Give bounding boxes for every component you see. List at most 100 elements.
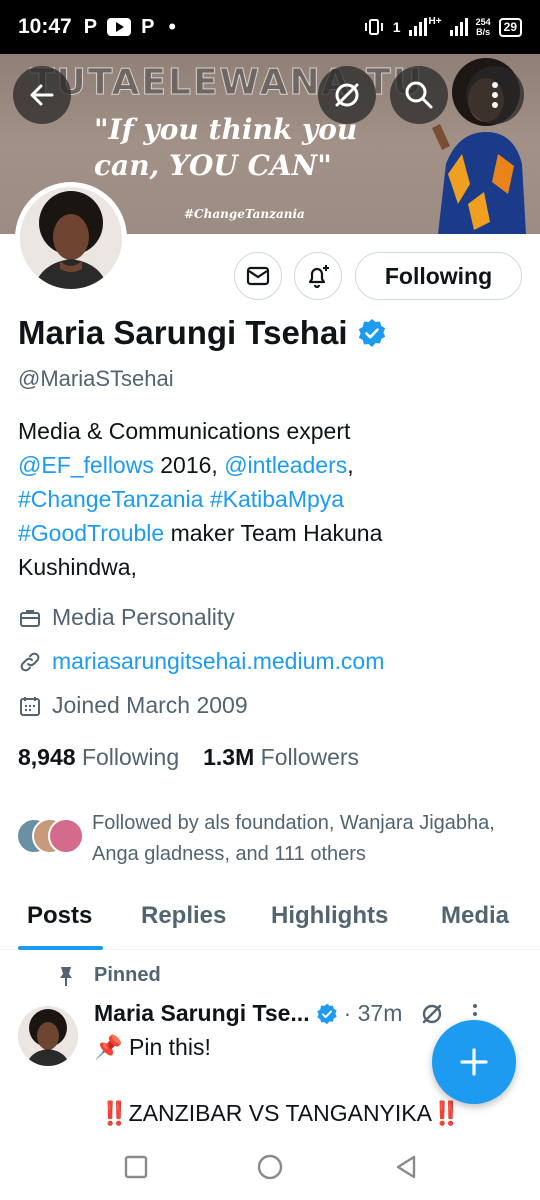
bio-mention-intleaders[interactable]: @intleaders bbox=[224, 452, 347, 478]
grok-button[interactable] bbox=[318, 66, 376, 124]
bio-text-maker: maker Team Hakuna bbox=[164, 520, 383, 546]
more-options-button[interactable] bbox=[466, 66, 524, 124]
avatar-image bbox=[20, 187, 122, 289]
status-bar: 10:47 P P • 1 H+ 254 B/s 29 bbox=[0, 0, 540, 54]
following-button[interactable]: Following bbox=[355, 252, 522, 300]
bio-mention-ef-fellows[interactable]: @EF_fellows bbox=[18, 452, 154, 478]
status-indicators: 1 H+ 254 B/s 29 bbox=[363, 15, 522, 37]
net-speed: 254 B/s bbox=[476, 17, 491, 37]
search-button[interactable] bbox=[390, 66, 448, 124]
tweet-timestamp[interactable]: · 37m bbox=[344, 1000, 403, 1027]
followers-count-label: Followers bbox=[260, 744, 360, 770]
profile-name-row: Maria Sarungi Tsehai bbox=[18, 314, 387, 352]
tweet-text-headline: ZANZIBAR VS TANGANYIKA bbox=[128, 1100, 432, 1126]
followed-by-text: Followed by als foundation, Wanjara Jiga… bbox=[92, 812, 495, 865]
tweet-text-pin: Pin this! bbox=[122, 1034, 211, 1060]
bio-comma: , bbox=[347, 452, 354, 478]
search-icon bbox=[405, 81, 433, 109]
tab-replies[interactable]: Replies bbox=[141, 902, 226, 930]
system-nav-bar bbox=[0, 1136, 540, 1200]
signal-icon-2 bbox=[449, 18, 468, 36]
home-icon[interactable] bbox=[255, 1152, 285, 1182]
verified-badge-icon[interactable] bbox=[357, 318, 387, 348]
app-notification-icon-2: P bbox=[141, 15, 155, 38]
profile-counts: 8,948 Following 1.3M Followers bbox=[18, 744, 359, 771]
banner-hashtag: #ChangeTanzania bbox=[184, 207, 305, 221]
message-button[interactable] bbox=[234, 252, 282, 300]
tab-posts[interactable]: Posts bbox=[27, 902, 92, 930]
active-tab-indicator bbox=[18, 946, 103, 950]
link-icon bbox=[20, 652, 40, 671]
compose-post-button[interactable] bbox=[432, 1020, 516, 1104]
status-time: 10:47 bbox=[18, 15, 72, 38]
following-count-label: Following bbox=[81, 744, 180, 770]
bio-line-2: @EF_fellows 2016, @intleaders, bbox=[18, 448, 518, 482]
followed-by-avatars bbox=[16, 818, 86, 858]
profile-joined: Joined March 2009 bbox=[18, 692, 248, 719]
app-notification-icon: P bbox=[83, 15, 98, 38]
verified-badge-icon bbox=[316, 1003, 337, 1024]
double-exclamation-emoji: ‼️ bbox=[431, 1100, 461, 1126]
profile-tabs: Posts Replies Highlights Media bbox=[0, 890, 540, 950]
bell-plus-icon bbox=[308, 265, 329, 289]
tweet-author-name[interactable]: Maria Sarungi Tse... bbox=[94, 1000, 310, 1027]
profile-website: mariasarungitsehai.medium.com bbox=[18, 648, 384, 675]
recent-apps-icon[interactable] bbox=[121, 1152, 151, 1182]
back-button[interactable] bbox=[13, 66, 71, 124]
bio-hashtag-katibampya[interactable]: #KatibaMpya bbox=[210, 486, 344, 512]
profile-handle: @MariaSTsehai bbox=[18, 366, 174, 391]
more-notifications-dot: • bbox=[168, 14, 177, 39]
following-count-link[interactable]: 8,948 Following bbox=[18, 744, 179, 771]
youtube-notification-icon bbox=[107, 18, 132, 36]
grok-icon bbox=[335, 83, 359, 107]
pinned-label: Pinned bbox=[94, 964, 161, 986]
bio-line-1: Media & Communications expert bbox=[18, 418, 351, 444]
net-speed-value: 254 bbox=[475, 17, 491, 27]
plus-icon bbox=[460, 1048, 488, 1076]
tweet-text-line-1: 📌 Pin this! bbox=[94, 1034, 211, 1061]
arrow-left-icon bbox=[30, 84, 54, 106]
following-count: 8,948 bbox=[18, 744, 76, 770]
net-speed-unit: B/s bbox=[476, 27, 491, 37]
double-exclamation-emoji: ‼️ bbox=[100, 1100, 129, 1126]
followed-by-row[interactable]: Followed by als foundation, Wanjara Jiga… bbox=[16, 808, 512, 870]
pinned-indicator: Pinned bbox=[56, 964, 161, 987]
tab-highlights[interactable]: Highlights bbox=[271, 902, 388, 930]
banner-quote-line2: can, YOU CAN" bbox=[94, 149, 332, 182]
follower-avatar bbox=[48, 818, 84, 854]
banner-quote: "If you think you can, YOU CAN" bbox=[94, 112, 357, 184]
profile-avatar[interactable] bbox=[15, 182, 127, 294]
notifications-button[interactable] bbox=[294, 252, 342, 300]
joined-label: Joined March 2009 bbox=[52, 692, 248, 718]
pushpin-emoji: 📌 bbox=[94, 1034, 123, 1060]
network-type-2: H+ bbox=[428, 15, 442, 27]
bio-line-3: #ChangeTanzania #KatibaMpya bbox=[18, 482, 518, 516]
bio-hashtag-changetanzania[interactable]: #ChangeTanzania bbox=[18, 486, 203, 512]
profile-bio: Media & Communications expert @EF_fellow… bbox=[18, 414, 518, 584]
back-nav-icon[interactable] bbox=[391, 1152, 421, 1182]
battery-icon: 29 bbox=[498, 17, 522, 37]
vibrate-icon bbox=[364, 19, 383, 35]
bio-text-year: 2016, bbox=[153, 452, 225, 478]
tweet-text-line-2: ‼️ZANZIBAR VS TANGANYIKA‼️ bbox=[100, 1100, 461, 1127]
signal-icon bbox=[408, 18, 427, 36]
pin-icon bbox=[60, 966, 72, 986]
website-link[interactable]: mariasarungitsehai.medium.com bbox=[52, 648, 384, 675]
profile-name: Maria Sarungi Tsehai bbox=[18, 314, 348, 351]
bio-hashtag-goodtrouble[interactable]: #GoodTrouble bbox=[18, 520, 164, 546]
briefcase-icon bbox=[20, 609, 40, 627]
grok-icon[interactable] bbox=[420, 1002, 444, 1026]
category-label: Media Personality bbox=[52, 604, 235, 630]
tab-media[interactable]: Media bbox=[441, 902, 509, 930]
bio-line-5: Kushindwa, bbox=[18, 554, 137, 580]
bio-line-4: #GoodTrouble maker Team Hakuna bbox=[18, 516, 518, 550]
followers-count-link[interactable]: 1.3M Followers bbox=[203, 744, 359, 771]
tweet-author-avatar[interactable] bbox=[18, 1006, 78, 1066]
envelope-icon bbox=[246, 266, 270, 286]
tweet-header: Maria Sarungi Tse... · 37m bbox=[94, 1000, 478, 1027]
followers-count: 1.3M bbox=[203, 744, 255, 770]
more-vertical-icon bbox=[492, 82, 498, 108]
network-type-1: 1 bbox=[392, 19, 401, 35]
calendar-icon bbox=[20, 696, 40, 716]
profile-category: Media Personality bbox=[18, 604, 235, 631]
